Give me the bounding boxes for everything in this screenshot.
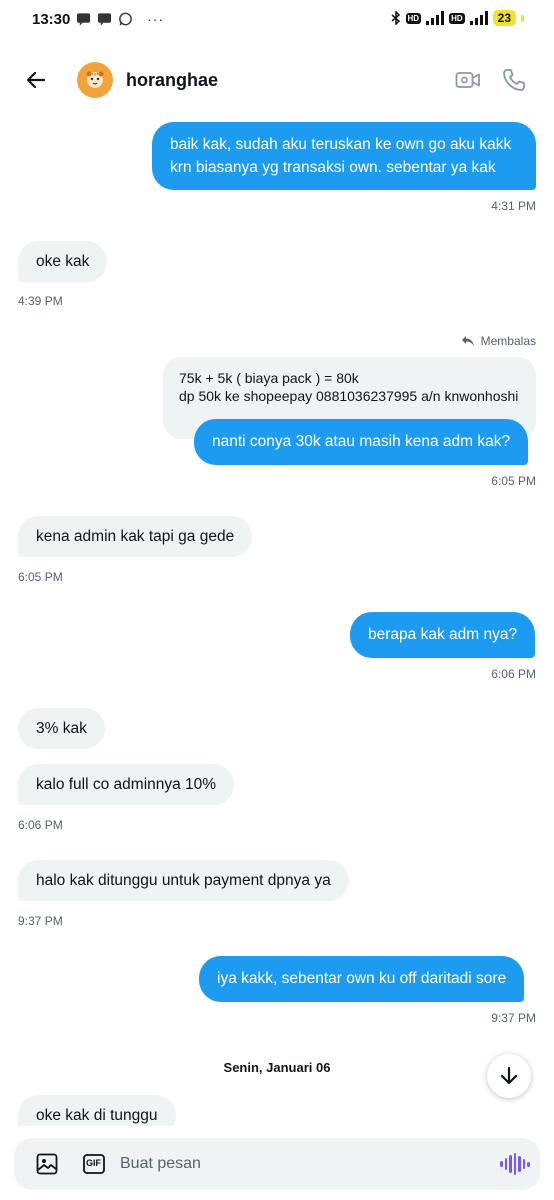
back-arrow-icon: [26, 71, 46, 89]
hd-badge: HD: [449, 12, 465, 24]
reply-label: Membalas: [461, 334, 536, 348]
quoted-line: dp 50k ke shopeepay 0881036237995 a/n kn…: [179, 388, 519, 404]
conversation-title[interactable]: horanghae: [126, 70, 218, 91]
system-icons: HD HD 23: [391, 10, 524, 26]
message-timestamp: 6:06 PM: [18, 818, 63, 832]
battery-indicator: 23: [492, 10, 516, 26]
back-button[interactable]: [20, 64, 52, 96]
message-timestamp: 9:37 PM: [491, 1011, 536, 1025]
more-notifications-icon: ···: [147, 11, 164, 27]
bluetooth-icon: [391, 11, 400, 25]
date-separator: Senin, Januari 06: [223, 1060, 331, 1075]
message-input[interactable]: [120, 1138, 480, 1190]
message-bubble-sent[interactable]: nanti conya 30k atau masih kena adm kak?: [194, 419, 529, 465]
reply-label-text: Membalas: [480, 334, 536, 348]
notification-icons: ···: [76, 11, 164, 27]
message-timestamp: 4:31 PM: [491, 199, 536, 213]
voice-message-button[interactable]: [500, 1153, 530, 1175]
gif-label: GIF: [86, 1158, 101, 1168]
image-icon[interactable]: [36, 1153, 58, 1175]
tiger-logo-icon: [86, 71, 104, 88]
message-timestamp: 6:05 PM: [491, 474, 536, 488]
message-notification-icon: [76, 13, 91, 26]
status-bar: 13:30 ··· HD HD 23: [0, 0, 554, 40]
composer-backdrop: [0, 1126, 554, 1138]
message-timestamp: 9:37 PM: [18, 914, 63, 928]
signal-icon: [469, 11, 488, 25]
video-call-icon[interactable]: [455, 67, 481, 93]
message-timestamp: 6:05 PM: [18, 570, 63, 584]
message-timestamp: 6:06 PM: [491, 667, 536, 681]
voice-icon: [500, 1153, 530, 1175]
message-bubble-received[interactable]: kalo full co adminnya 10%: [18, 764, 235, 805]
message-composer: GIF: [14, 1138, 540, 1190]
avatar[interactable]: [77, 62, 113, 98]
message-bubble-sent[interactable]: berapa kak adm nya?: [350, 612, 536, 658]
quoted-line: 75k + 5k ( biaya pack ) = 80k: [179, 370, 359, 386]
message-bubble-sent[interactable]: baik kak, sudah aku teruskan ke own go a…: [152, 122, 536, 190]
whatsapp-icon: [119, 12, 132, 26]
message-notification-icon: [97, 13, 112, 26]
conversation-header: horanghae: [0, 50, 554, 110]
gif-button[interactable]: GIF: [83, 1154, 105, 1174]
status-time: 13:30: [32, 11, 71, 28]
message-bubble-sent[interactable]: iya kakk, sebentar own ku off daritadi s…: [199, 956, 525, 1002]
message-bubble-received[interactable]: halo kak ditunggu untuk payment dpnya ya: [18, 860, 349, 901]
signal-icon: [426, 11, 445, 25]
phone-icon[interactable]: [501, 67, 527, 93]
message-bubble-received[interactable]: kena admin kak tapi ga gede: [18, 516, 253, 557]
hd-badge: HD: [405, 12, 422, 24]
battery-nub: [521, 14, 524, 22]
message-bubble-received[interactable]: 3% kak: [18, 708, 105, 749]
message-timestamp: 4:39 PM: [18, 294, 63, 308]
message-bubble-received[interactable]: oke kak: [18, 241, 108, 282]
reply-icon: [461, 336, 474, 346]
arrow-down-icon: [500, 1066, 518, 1085]
scroll-to-bottom-button[interactable]: [487, 1054, 531, 1098]
